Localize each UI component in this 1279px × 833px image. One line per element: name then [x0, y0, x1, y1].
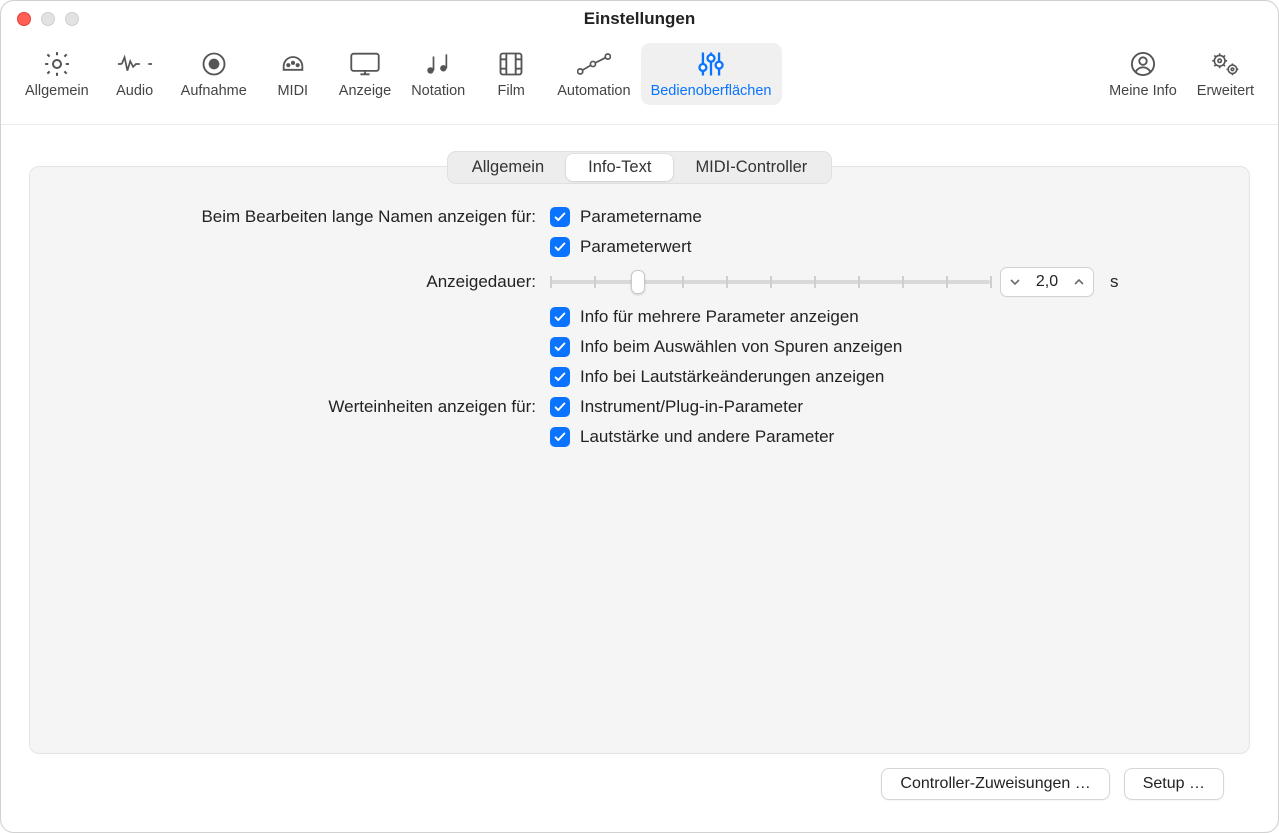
stepper-down[interactable] — [1005, 276, 1025, 288]
stepper-value: 2,0 — [1025, 273, 1069, 291]
checkbox-volume-other[interactable] — [550, 427, 570, 447]
toolbar-item-label: Anzeige — [339, 83, 391, 99]
check-icon — [553, 430, 567, 444]
checkbox-info-volume[interactable] — [550, 367, 570, 387]
tab-midi-controller[interactable]: MIDI-Controller — [673, 154, 829, 181]
titlebar: Einstellungen — [1, 1, 1278, 37]
toolbar-item-film[interactable]: Film — [475, 43, 547, 105]
chevron-down-icon — [1009, 276, 1021, 288]
tab-info-text[interactable]: Info-Text — [566, 154, 673, 181]
display-duration-stepper[interactable]: 2,0 — [1000, 267, 1094, 297]
sliders-icon — [691, 47, 731, 81]
chevron-up-icon — [1073, 276, 1085, 288]
sub-tabs: Allgemein Info-Text MIDI-Controller — [447, 151, 833, 184]
duration-unit: s — [1110, 272, 1119, 292]
toolbar-item-bedienoberflaechen[interactable]: Bedienoberflächen — [641, 43, 782, 105]
check-icon — [553, 210, 567, 224]
toolbar-item-label: Allgemein — [25, 83, 89, 99]
toolbar-item-notation[interactable]: Notation — [401, 43, 475, 105]
close-window-button[interactable] — [17, 12, 31, 26]
settings-panel: Beim Bearbeiten lange Namen anzeigen für… — [29, 166, 1250, 754]
film-icon — [491, 47, 531, 81]
toolbar-item-label: Bedienoberflächen — [651, 83, 772, 99]
gear-icon — [37, 47, 77, 81]
preferences-window: Einstellungen Allgemein Audio Aufnahme — [0, 0, 1279, 833]
automation-icon — [574, 47, 614, 81]
toolbar-item-label: MIDI — [277, 83, 308, 99]
gears-icon — [1205, 47, 1245, 81]
toolbar-item-label: Audio — [116, 83, 153, 99]
toolbar-item-aufnahme[interactable]: Aufnahme — [171, 43, 257, 105]
checkbox-info-select-tracks[interactable] — [550, 337, 570, 357]
waveform-icon — [115, 47, 155, 81]
check-icon — [553, 310, 567, 324]
checkbox-label: Info beim Auswählen von Spuren anzeigen — [580, 337, 902, 357]
toolbar-item-midi[interactable]: MIDI — [257, 43, 329, 105]
value-units-label: Werteinheiten anzeigen für: — [66, 397, 536, 417]
notes-icon — [418, 47, 458, 81]
toolbar-item-label: Aufnahme — [181, 83, 247, 99]
display-icon — [345, 47, 385, 81]
toolbar-item-label: Notation — [411, 83, 465, 99]
display-duration-slider[interactable] — [550, 270, 990, 294]
checkbox-label: Lautstärke und andere Parameter — [580, 427, 834, 447]
check-icon — [553, 340, 567, 354]
toolbar-item-label: Erweitert — [1197, 83, 1254, 99]
toolbar-item-erweitert[interactable]: Erweitert — [1187, 43, 1264, 105]
checkbox-instrument-plugin[interactable] — [550, 397, 570, 417]
preferences-toolbar: Allgemein Audio Aufnahme MIDI Anzeige — [1, 37, 1278, 125]
user-icon — [1123, 47, 1163, 81]
checkbox-label: Parameterwert — [580, 237, 691, 257]
slider-knob[interactable] — [631, 270, 645, 294]
stepper-up[interactable] — [1069, 276, 1089, 288]
controller-assignments-button[interactable]: Controller-Zuweisungen … — [881, 768, 1109, 800]
toolbar-item-label: Automation — [557, 83, 630, 99]
toolbar-item-anzeige[interactable]: Anzeige — [329, 43, 401, 105]
content-area: Allgemein Info-Text MIDI-Controller Beim… — [1, 125, 1278, 832]
toolbar-item-label: Meine Info — [1109, 83, 1177, 99]
toolbar-item-allgemein[interactable]: Allgemein — [15, 43, 99, 105]
toolbar-item-label: Film — [498, 83, 525, 99]
checkbox-info-multiple[interactable] — [550, 307, 570, 327]
setup-button[interactable]: Setup … — [1124, 768, 1224, 800]
checkbox-label: Info für mehrere Parameter anzeigen — [580, 307, 859, 327]
window-title: Einstellungen — [1, 9, 1278, 29]
checkbox-label: Instrument/Plug-in-Parameter — [580, 397, 803, 417]
tab-allgemein[interactable]: Allgemein — [450, 154, 566, 181]
midi-icon — [273, 47, 313, 81]
window-controls — [17, 12, 79, 26]
toolbar-item-audio[interactable]: Audio — [99, 43, 171, 105]
check-icon — [553, 370, 567, 384]
checkbox-parametername[interactable] — [550, 207, 570, 227]
checkbox-parameterwert[interactable] — [550, 237, 570, 257]
toolbar-item-automation[interactable]: Automation — [547, 43, 640, 105]
checkbox-label: Info bei Lautstärkeänderungen anzeigen — [580, 367, 884, 387]
checkbox-label: Parametername — [580, 207, 702, 227]
toolbar-item-meine-info[interactable]: Meine Info — [1099, 43, 1187, 105]
zoom-window-button[interactable] — [65, 12, 79, 26]
check-icon — [553, 400, 567, 414]
long-names-label: Beim Bearbeiten lange Namen anzeigen für… — [66, 207, 536, 227]
footer-buttons: Controller-Zuweisungen … Setup … — [29, 754, 1250, 818]
minimize-window-button[interactable] — [41, 12, 55, 26]
display-duration-label: Anzeigedauer: — [66, 272, 536, 292]
check-icon — [553, 240, 567, 254]
record-icon — [194, 47, 234, 81]
